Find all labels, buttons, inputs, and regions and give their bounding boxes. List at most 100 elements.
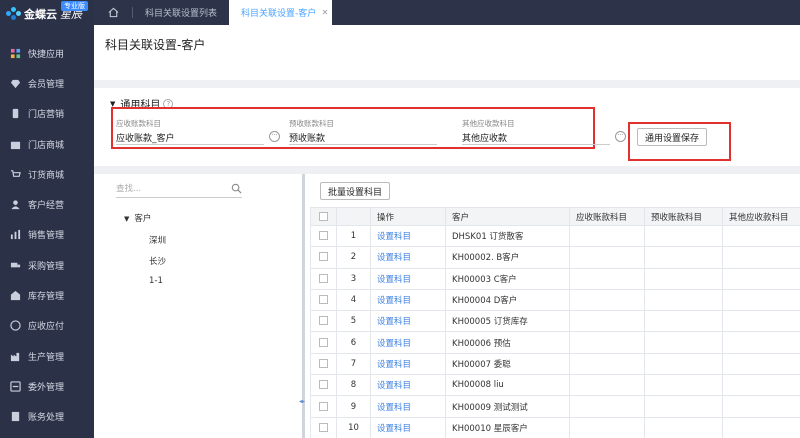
- sidebar-item-label: 客户经营: [28, 201, 65, 212]
- row-checkbox[interactable]: [310, 246, 337, 269]
- more-icon[interactable]: ···: [615, 131, 626, 142]
- row-checkbox[interactable]: [310, 310, 337, 333]
- table-row[interactable]: 7 设置科目 KH00007 委聪: [310, 352, 800, 376]
- other-receivable-subject-input[interactable]: 其他应收款 ···: [462, 131, 626, 145]
- home-tab[interactable]: [94, 0, 132, 25]
- row-checkbox[interactable]: [310, 352, 337, 376]
- customer-cell: KH00002. B客户: [445, 246, 570, 269]
- search-placeholder: 查找...: [116, 184, 142, 194]
- header-prepaid: 预收账款科目: [644, 207, 723, 226]
- sidebar-item-label: 门店营销: [28, 110, 65, 121]
- table-row[interactable]: 1 设置科目 DHSK01 订货散客: [310, 224, 800, 248]
- sidebar-item-11[interactable]: 委外管理: [0, 371, 94, 401]
- sidebar-item-3[interactable]: 门店商城: [0, 129, 94, 159]
- batch-set-subject-button[interactable]: 批量设置科目: [320, 182, 390, 200]
- header-customer: 客户: [445, 207, 570, 226]
- sidebar-item-9[interactable]: 应收应付: [0, 311, 94, 341]
- field-label: 其他应收款科目: [462, 119, 515, 128]
- warehouse-icon: [10, 290, 21, 301]
- prepaid-subject-field[interactable]: 预收账款科目 预收账款: [289, 118, 437, 145]
- prepaid-cell: [644, 331, 723, 354]
- sidebar-item-label: 订货商城: [28, 170, 65, 181]
- other-receivable-cell: [722, 331, 800, 354]
- sidebar-item-2[interactable]: 门店营销: [0, 99, 94, 129]
- customer-cell: KH00003 C客户: [445, 267, 570, 290]
- phone-icon: [10, 108, 21, 119]
- row-checkbox[interactable]: [310, 416, 337, 438]
- set-subject-link[interactable]: 设置科目: [370, 374, 446, 397]
- sidebar-item-4[interactable]: 订货商城: [0, 159, 94, 189]
- brand-logo[interactable]: 金蝶云 星辰 专业版: [0, 0, 94, 28]
- tree-node[interactable]: 1-1: [149, 276, 163, 286]
- customer-table: 操作 客户 应收账款科目 预收账款科目 其他应收款科目 1 设置科目 DHSK01 …: [310, 207, 800, 438]
- select-all-checkbox[interactable]: [310, 207, 337, 226]
- expand-triangle-icon[interactable]: ▼: [124, 215, 129, 223]
- receivable-subject-field[interactable]: 应收账款科目 应收账款_客户 ···: [116, 118, 280, 145]
- receivable-cell: [569, 395, 645, 418]
- table-row[interactable]: 10 设置科目 KH00010 星辰客户: [310, 416, 800, 438]
- sidebar-item-12[interactable]: 账务处理: [0, 402, 94, 432]
- table-row[interactable]: 3 设置科目 KH00003 C客户: [310, 267, 800, 290]
- tab-bar: 科目关联设置列表 科目关联设置-客户 ✕: [94, 0, 800, 25]
- close-icon[interactable]: ✕: [322, 8, 329, 17]
- prepaid-subject-input[interactable]: 预收账款: [289, 131, 437, 145]
- sidebar-item-7[interactable]: 采购管理: [0, 250, 94, 280]
- table-row[interactable]: 5 设置科目 KH00005 订货库存: [310, 310, 800, 333]
- set-subject-link[interactable]: 设置科目: [370, 310, 446, 333]
- other-receivable-subject-field[interactable]: 其他应收款科目 其他应收款 ···: [462, 118, 626, 145]
- tree-search-input[interactable]: 查找...: [116, 182, 242, 198]
- set-subject-link[interactable]: 设置科目: [370, 331, 446, 354]
- tree-node[interactable]: 长沙: [149, 255, 166, 267]
- tree-node-root[interactable]: ▼ 客户: [124, 212, 151, 224]
- sidebar-item-label: 委外管理: [28, 382, 65, 393]
- sidebar-item-6[interactable]: 销售管理: [0, 220, 94, 250]
- table-row[interactable]: 8 设置科目 KH00008 liu: [310, 374, 800, 397]
- row-checkbox[interactable]: [310, 331, 337, 354]
- customer-table-panel: 批量设置科目 操作 客户 应收账款科目 预收账款科目 其他应收款科目 1 设置科目…: [305, 174, 800, 438]
- sidebar-item-0[interactable]: 快捷应用: [0, 38, 94, 68]
- table-row[interactable]: 9 设置科目 KH00009 测试测试: [310, 395, 800, 418]
- field-value: 应收账款_客户: [116, 134, 175, 144]
- diamond-icon: [10, 78, 21, 89]
- tab-subject-list[interactable]: 科目关联设置列表: [133, 0, 229, 25]
- set-subject-link[interactable]: 设置科目: [370, 246, 446, 269]
- set-subject-link[interactable]: 设置科目: [370, 395, 446, 418]
- set-subject-link[interactable]: 设置科目: [370, 416, 446, 438]
- row-checkbox[interactable]: [310, 288, 337, 312]
- tree-node-label: 长沙: [149, 257, 167, 267]
- sidebar-item-label: 会员管理: [28, 79, 65, 90]
- row-checkbox[interactable]: [310, 395, 337, 418]
- row-checkbox[interactable]: [310, 267, 337, 290]
- receivable-subject-input[interactable]: 应收账款_客户 ···: [116, 131, 280, 145]
- customer-cell: KH00007 委聪: [445, 352, 570, 376]
- sidebar-item-5[interactable]: 客户经营: [0, 189, 94, 219]
- receivable-cell: [569, 288, 645, 312]
- customer-cell: KH00009 测试测试: [445, 395, 570, 418]
- customer-cell: KH00008 liu: [445, 374, 570, 397]
- row-checkbox[interactable]: [310, 374, 337, 397]
- set-subject-link[interactable]: 设置科目: [370, 352, 446, 376]
- sidebar-item-label: 采购管理: [28, 261, 65, 272]
- grid-icon: [10, 48, 21, 59]
- set-subject-link[interactable]: 设置科目: [370, 224, 446, 248]
- general-save-button[interactable]: 通用设置保存: [637, 128, 707, 146]
- more-icon[interactable]: ···: [269, 131, 280, 142]
- table-row[interactable]: 6 设置科目 KH00006 预估: [310, 331, 800, 354]
- prepaid-cell: [644, 224, 723, 248]
- sidebar-item-label: 快捷应用: [28, 49, 65, 60]
- set-subject-link[interactable]: 设置科目: [370, 267, 446, 290]
- receivable-cell: [569, 416, 645, 438]
- set-subject-link[interactable]: 设置科目: [370, 288, 446, 312]
- search-icon[interactable]: [231, 183, 242, 194]
- sidebar-item-1[interactable]: 会员管理: [0, 68, 94, 98]
- table-row[interactable]: 2 设置科目 KH00002. B客户: [310, 246, 800, 269]
- row-checkbox[interactable]: [310, 224, 337, 248]
- tab-subject-customer[interactable]: 科目关联设置-客户 ✕: [229, 0, 333, 25]
- tree-node[interactable]: 深圳: [149, 234, 166, 246]
- receivable-cell: [569, 374, 645, 397]
- table-header-row: 操作 客户 应收账款科目 预收账款科目 其他应收款科目: [310, 207, 800, 226]
- table-row[interactable]: 4 设置科目 KH00004 D客户: [310, 288, 800, 312]
- sidebar-item-10[interactable]: 生产管理: [0, 341, 94, 371]
- sidebar-item-8[interactable]: 库存管理: [0, 280, 94, 310]
- sidebar-nav: 快捷应用会员管理门店营销门店商城订货商城客户经营销售管理采购管理库存管理 应收应付…: [0, 38, 94, 432]
